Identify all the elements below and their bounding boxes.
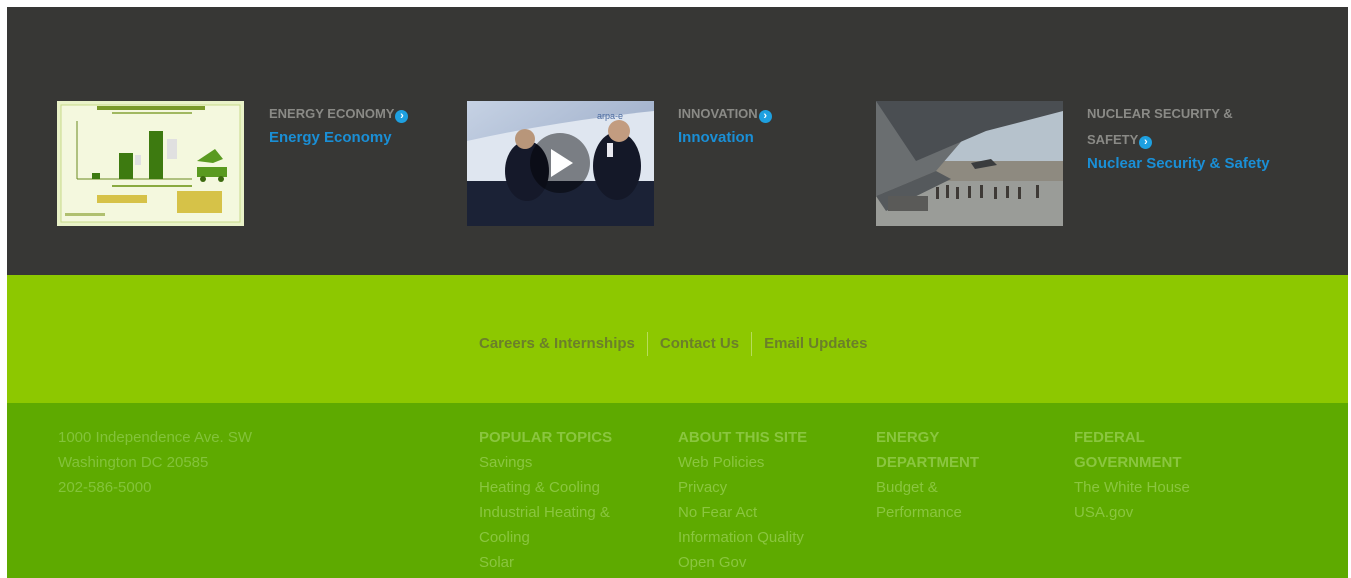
- footer-links: Careers & Internships Contact Us Email U…: [472, 330, 879, 358]
- footer-link-no-fear-act[interactable]: No Fear Act: [678, 500, 838, 525]
- card-title-link[interactable]: Nuclear Security & Safety: [1087, 151, 1297, 177]
- footer-link-budget-cont[interactable]: Performance: [876, 500, 1036, 525]
- footer-link-privacy[interactable]: Privacy: [678, 475, 838, 500]
- card-title-link[interactable]: Innovation: [678, 125, 858, 151]
- address-block: 1000 Independence Ave. SW Washington DC …: [58, 425, 252, 500]
- footer-link-industrial-heating-cont[interactable]: Cooling: [479, 525, 639, 550]
- address-phone: 202-586-5000: [58, 479, 152, 496]
- footer-column-popular-topics: POPULAR TOPICS Savings Heating & Cooling…: [479, 425, 639, 575]
- footer-link-information-quality[interactable]: Information Quality: [678, 525, 838, 550]
- email-updates-link[interactable]: Email Updates: [752, 330, 879, 358]
- footer-link-industrial-heating[interactable]: Industrial Heating &: [479, 500, 639, 525]
- careers-link[interactable]: Careers & Internships: [472, 330, 647, 358]
- column-heading-cont: DEPARTMENT: [876, 454, 980, 471]
- nuclear-security-aircraft-thumbnail[interactable]: [876, 101, 1063, 226]
- footer-link-heating-cooling[interactable]: Heating & Cooling: [479, 475, 639, 500]
- innovation-video-thumbnail[interactable]: arpa-e: [467, 101, 654, 226]
- column-heading: POPULAR TOPICS: [479, 429, 613, 446]
- card-text: ENERGY ECONOMY › Energy Economy: [269, 101, 449, 151]
- footer-link-white-house[interactable]: The White House: [1074, 475, 1234, 500]
- chevron-right-icon[interactable]: ›: [395, 110, 409, 123]
- page-frame: ENERGY ECONOMY › Energy Economy arpa-e I…: [7, 7, 1348, 578]
- footer-link-budget[interactable]: Budget &: [876, 475, 1036, 500]
- card-title-link[interactable]: Energy Economy: [269, 125, 449, 151]
- card-kicker[interactable]: ENERGY ECONOMY ›: [269, 101, 449, 127]
- card-kicker[interactable]: SAFETY ›: [1087, 127, 1297, 153]
- kicker-label: ENERGY ECONOMY: [269, 106, 395, 121]
- footer-column-federal-government: FEDERAL GOVERNMENT The White House USA.g…: [1074, 425, 1234, 525]
- contact-us-link[interactable]: Contact Us: [648, 330, 751, 358]
- footer-column-energy-department: ENERGY DEPARTMENT Budget & Performance: [876, 425, 1036, 525]
- footer-link-open-gov[interactable]: Open Gov: [678, 550, 838, 575]
- column-heading: FEDERAL: [1074, 429, 1145, 446]
- energy-economy-infographic-thumbnail[interactable]: [57, 101, 244, 226]
- featured-section: ENERGY ECONOMY › Energy Economy arpa-e I…: [7, 7, 1348, 275]
- footer-link-usa-gov[interactable]: USA.gov: [1074, 500, 1234, 525]
- footer-link-savings[interactable]: Savings: [479, 450, 639, 475]
- card-text: INNOVATION › Innovation: [678, 101, 858, 151]
- card-kicker[interactable]: INNOVATION ›: [678, 101, 858, 127]
- footer-column-about: ABOUT THIS SITE Web Policies Privacy No …: [678, 425, 838, 575]
- chevron-right-icon[interactable]: ›: [1139, 136, 1153, 149]
- footer-link-web-policies[interactable]: Web Policies: [678, 450, 838, 475]
- site-footer: 1000 Independence Ave. SW Washington DC …: [7, 403, 1348, 578]
- chevron-right-icon[interactable]: ›: [758, 110, 772, 123]
- footer-link-solar[interactable]: Solar: [479, 550, 639, 575]
- column-heading-cont: GOVERNMENT: [1074, 454, 1182, 471]
- address-street: 1000 Independence Ave. SW: [58, 429, 253, 446]
- kicker-label: SAFETY: [1087, 132, 1139, 147]
- address-city: Washington DC 20585: [58, 454, 209, 471]
- kicker-label: INNOVATION: [678, 106, 758, 121]
- card-kicker-line1[interactable]: NUCLEAR SECURITY &: [1087, 101, 1297, 127]
- card-text: NUCLEAR SECURITY & SAFETY › Nuclear Secur…: [1087, 101, 1297, 177]
- svg-text:arpa-e: arpa-e: [597, 111, 623, 121]
- column-heading: ENERGY: [876, 429, 940, 446]
- column-heading: ABOUT THIS SITE: [678, 429, 808, 446]
